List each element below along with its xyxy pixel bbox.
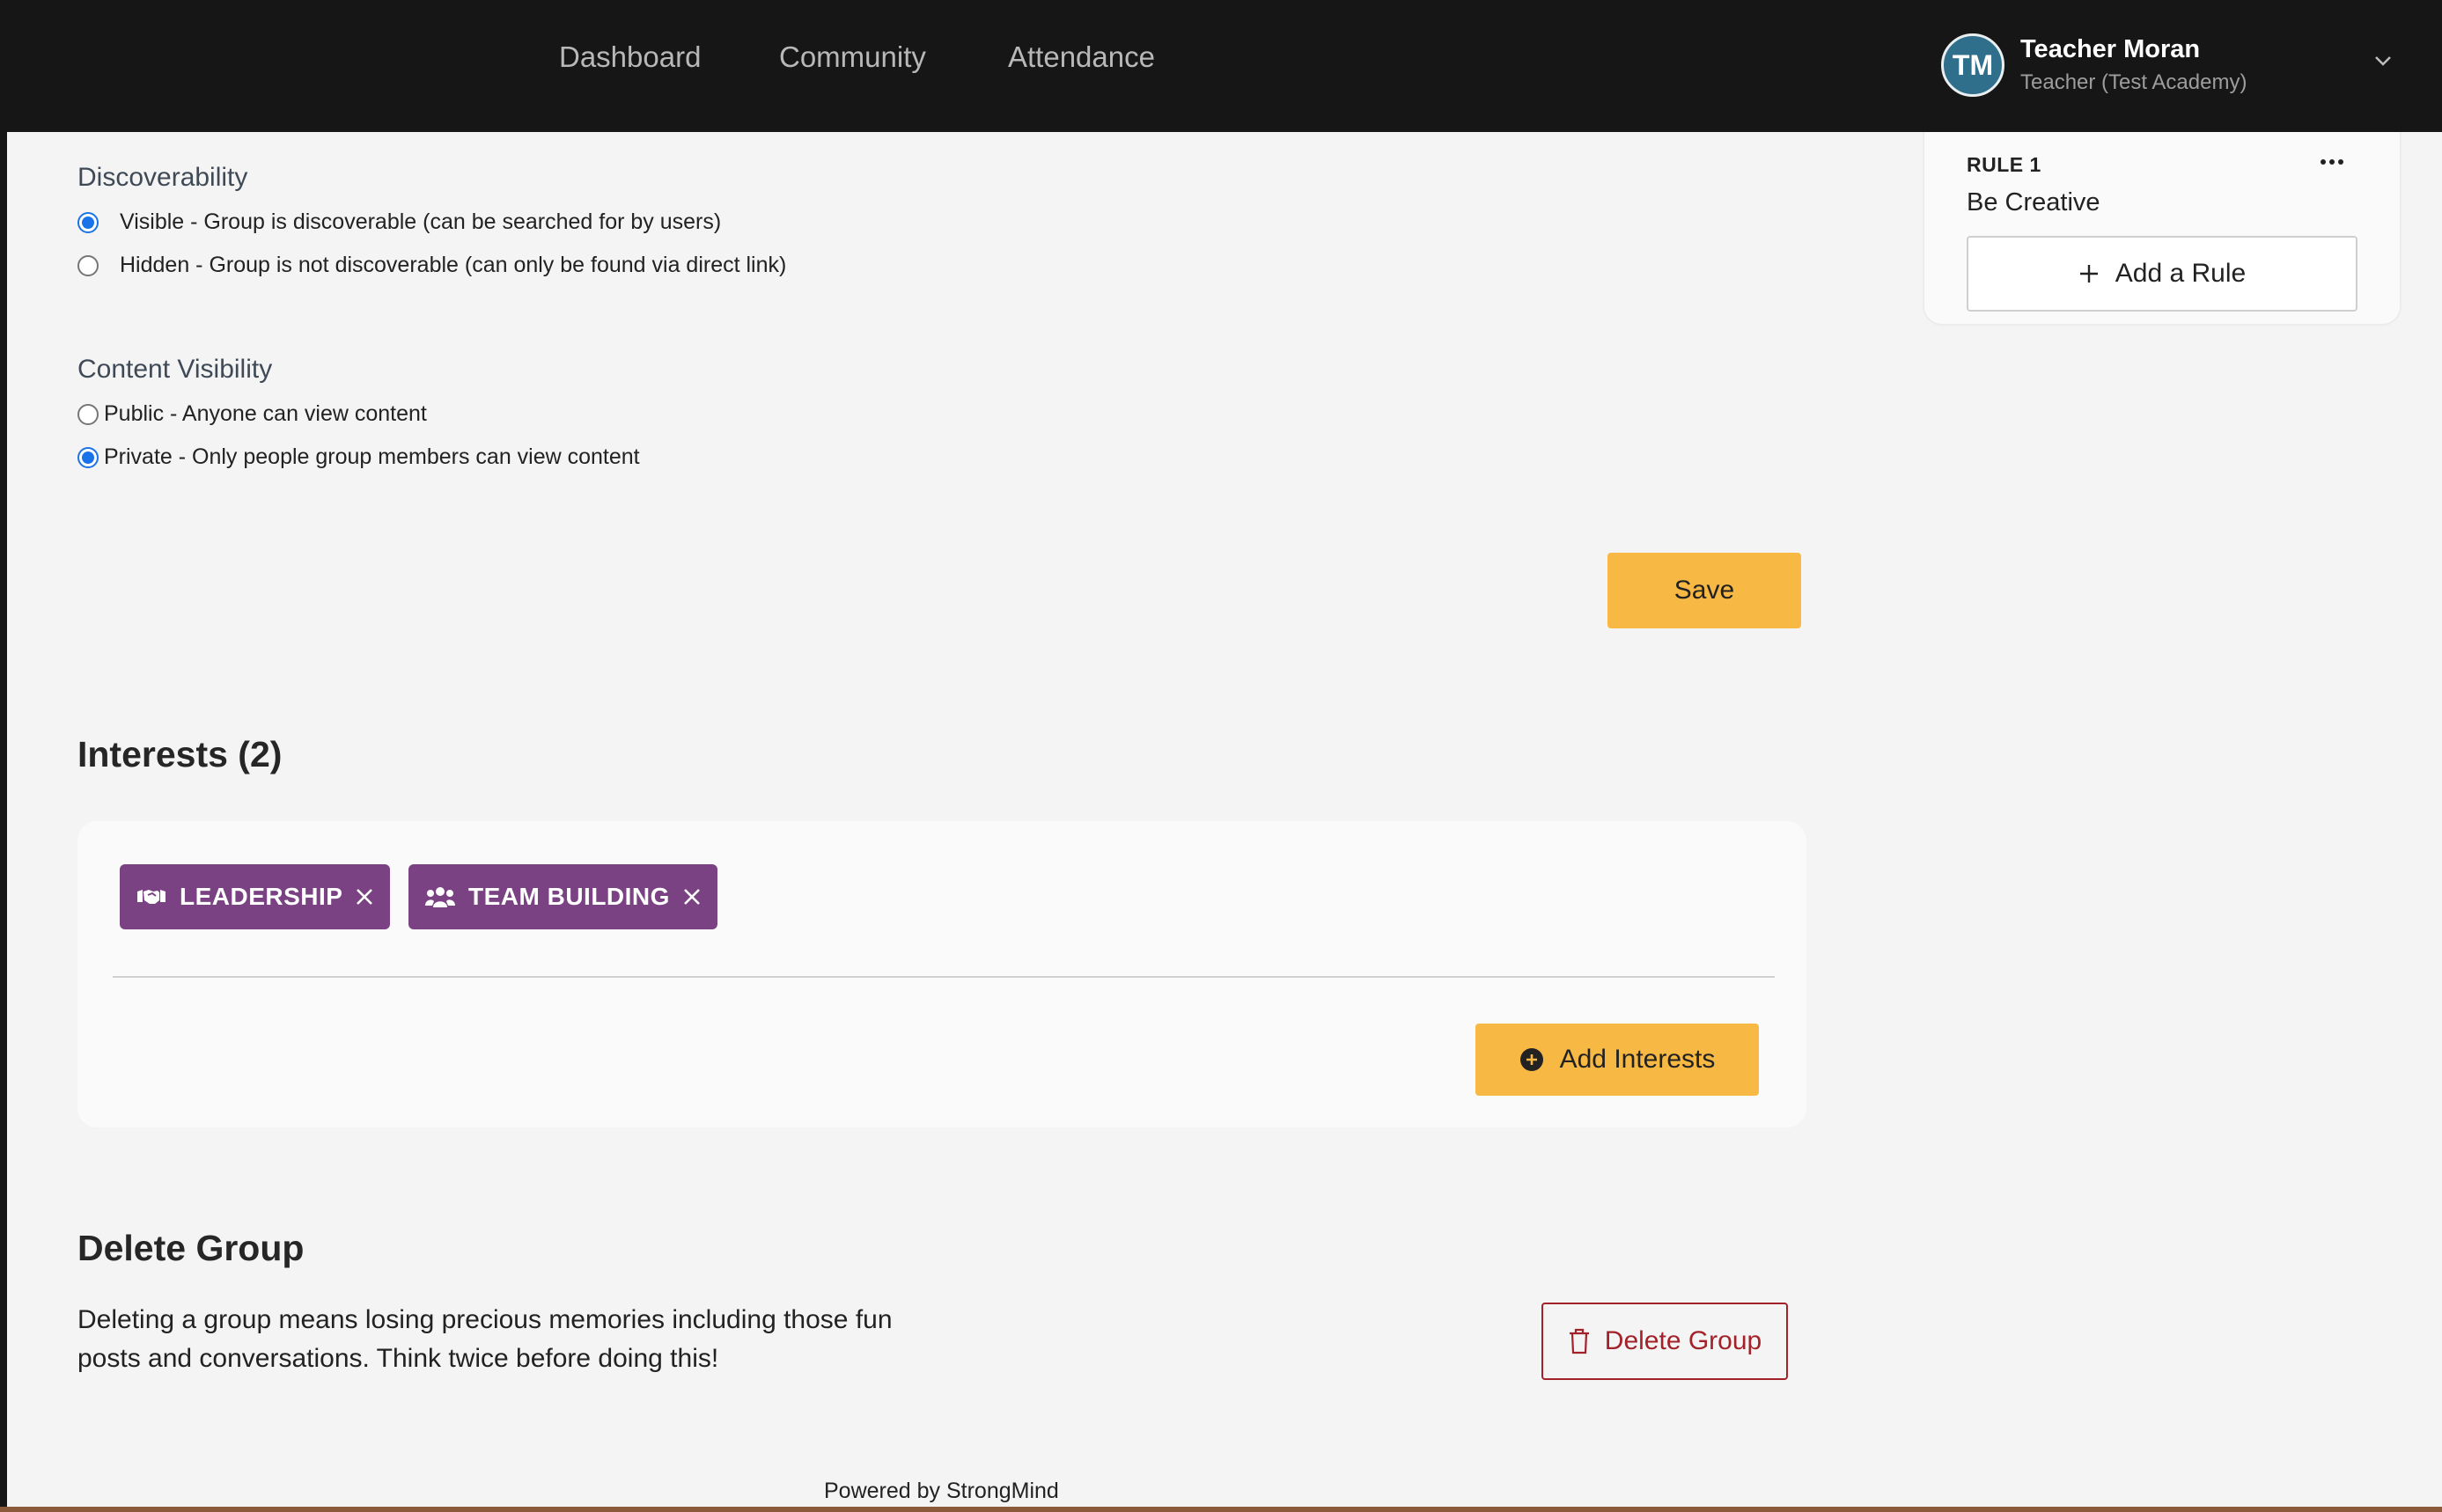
interest-chip-label: LEADERSHIP: [180, 883, 343, 910]
handshake-icon: [137, 890, 165, 904]
close-icon[interactable]: [355, 887, 374, 906]
group-settings-page: Discoverability Visible - Group is disco…: [7, 132, 2442, 1508]
plus-circle-icon: [1519, 1048, 1543, 1071]
radio-public[interactable]: [77, 403, 99, 425]
avatar[interactable]: TM: [1941, 33, 2004, 97]
interest-chip-label: TEAM BUILDING: [468, 883, 670, 910]
divider: [113, 976, 1775, 978]
radio-private-option[interactable]: Private - Only people group members can …: [77, 444, 640, 470]
more-options-icon[interactable]: [2317, 153, 2347, 171]
nav-link-dashboard[interactable]: Dashboard: [559, 40, 701, 74]
user-name: Teacher Moran: [2020, 35, 2201, 63]
plus-icon: [2079, 265, 2098, 283]
content-visibility-label: Content Visibility: [77, 355, 273, 384]
interest-chip-team-building[interactable]: TEAM BUILDING: [408, 864, 717, 929]
user-role: Teacher (Test Academy): [2020, 70, 2247, 94]
rule-text: Be Creative: [1967, 188, 2100, 217]
radio-visible[interactable]: [77, 211, 99, 233]
footer-powered-by: Powered by StrongMind: [824, 1479, 1059, 1503]
rule-label: RULE 1: [1967, 153, 2041, 176]
radio-hidden-option[interactable]: Hidden - Group is not discoverable (can …: [77, 253, 786, 278]
radio-visible-label: Visible - Group is discoverable (can be …: [120, 209, 722, 234]
radio-private[interactable]: [77, 446, 99, 468]
save-button-label: Save: [1673, 576, 1735, 605]
close-icon[interactable]: [682, 887, 702, 906]
add-interests-button[interactable]: Add Interests: [1475, 1024, 1759, 1096]
window-bottom-edge: [0, 1507, 2442, 1512]
top-navigation-bar: Dashboard Community Attendance TM Teache…: [0, 0, 2442, 132]
avatar-initials: TM: [1952, 48, 1994, 81]
radio-visible-option[interactable]: Visible - Group is discoverable (can be …: [77, 209, 721, 235]
delete-group-description: Deleting a group means losing precious m…: [77, 1305, 893, 1373]
nav-link-community[interactable]: Community: [779, 40, 926, 74]
radio-public-option[interactable]: Public - Anyone can view content: [77, 401, 427, 427]
radio-public-label: Public - Anyone can view content: [104, 401, 427, 426]
delete-group-button-label: Delete Group: [1604, 1326, 1762, 1355]
radio-hidden-label: Hidden - Group is not discoverable (can …: [120, 253, 787, 277]
delete-group-button[interactable]: Delete Group: [1541, 1303, 1788, 1380]
add-interests-label: Add Interests: [1559, 1045, 1716, 1074]
nav-link-attendance[interactable]: Attendance: [1008, 40, 1155, 74]
users-icon: [425, 887, 455, 907]
delete-group-heading: Delete Group: [77, 1228, 305, 1268]
add-rule-label: Add a Rule: [2115, 259, 2247, 288]
chevron-down-icon[interactable]: [2371, 48, 2395, 73]
radio-hidden[interactable]: [77, 254, 99, 276]
interest-chip-leadership[interactable]: LEADERSHIP: [120, 864, 391, 929]
interests-card: LEADERSHIP TEAM BUILDING Add Interests: [77, 821, 1806, 1127]
rules-card: RULE 1 Be Creative Add a Rule: [1923, 132, 2402, 326]
save-button[interactable]: Save: [1607, 553, 1801, 628]
radio-private-label: Private - Only people group members can …: [104, 444, 640, 469]
trash-icon: [1569, 1328, 1589, 1354]
discoverability-label: Discoverability: [77, 163, 248, 192]
interests-heading: Interests (2): [77, 734, 283, 774]
add-rule-button[interactable]: Add a Rule: [1967, 236, 2357, 312]
